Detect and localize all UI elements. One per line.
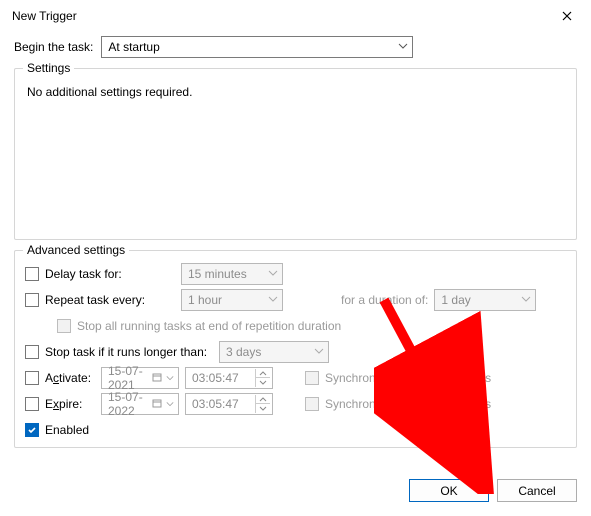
time-spinner[interactable] bbox=[255, 395, 270, 413]
settings-message: No additional settings required. bbox=[27, 85, 566, 99]
repeat-duration-label: for a duration of: bbox=[341, 293, 428, 307]
delay-task-combo[interactable]: 15 minutes bbox=[181, 263, 283, 285]
repeat-duration-value: 1 day bbox=[441, 293, 470, 307]
titlebar: New Trigger bbox=[0, 0, 591, 32]
ok-button[interactable]: OK bbox=[409, 479, 489, 502]
activate-checkbox[interactable] bbox=[25, 371, 39, 385]
chevron-down-icon bbox=[164, 397, 174, 411]
begin-task-select[interactable]: At startup bbox=[101, 36, 413, 58]
expire-sync-label: Synchronize across time zones bbox=[325, 397, 491, 411]
repeat-duration-combo[interactable]: 1 day bbox=[434, 289, 536, 311]
expire-date[interactable]: 15-07-2022 bbox=[101, 393, 179, 415]
delay-task-checkbox[interactable] bbox=[25, 267, 39, 281]
chevron-down-icon bbox=[164, 371, 174, 385]
stop-longer-value: 3 days bbox=[226, 345, 261, 359]
chevron-down-icon bbox=[521, 294, 531, 304]
activate-time[interactable]: 03:05:47 bbox=[185, 367, 273, 389]
stop-longer-checkbox[interactable] bbox=[25, 345, 39, 359]
expire-time-value: 03:05:47 bbox=[192, 397, 239, 411]
chevron-down-icon bbox=[398, 41, 408, 51]
enabled-label: Enabled bbox=[45, 423, 89, 437]
stop-all-checkbox bbox=[57, 319, 71, 333]
activate-date-value: 15-07-2021 bbox=[108, 364, 152, 392]
calendar-icon bbox=[152, 371, 164, 385]
repeat-task-label: Repeat task every: bbox=[45, 293, 145, 307]
spin-down-icon[interactable] bbox=[256, 378, 270, 387]
begin-task-value: At startup bbox=[108, 40, 159, 54]
time-spinner[interactable] bbox=[255, 369, 270, 387]
window-title: New Trigger bbox=[12, 9, 77, 23]
activate-time-value: 03:05:47 bbox=[192, 371, 239, 385]
check-icon bbox=[27, 425, 37, 435]
activate-sync-checkbox bbox=[305, 371, 319, 385]
repeat-task-checkbox[interactable] bbox=[25, 293, 39, 307]
repeat-task-value: 1 hour bbox=[188, 293, 222, 307]
expire-label: Expire: bbox=[45, 397, 82, 411]
expire-time[interactable]: 03:05:47 bbox=[185, 393, 273, 415]
repeat-task-combo[interactable]: 1 hour bbox=[181, 289, 283, 311]
chevron-down-icon bbox=[268, 268, 278, 278]
chevron-down-icon bbox=[314, 346, 324, 356]
delay-task-label: Delay task for: bbox=[45, 267, 122, 281]
activate-sync-label: Synchronize across time zones bbox=[325, 371, 491, 385]
expire-sync-checkbox bbox=[305, 397, 319, 411]
delay-task-value: 15 minutes bbox=[188, 267, 247, 281]
activate-label: Activate: bbox=[45, 371, 91, 385]
expire-checkbox[interactable] bbox=[25, 397, 39, 411]
stop-longer-label: Stop task if it runs longer than: bbox=[45, 345, 207, 359]
advanced-settings-group: Advanced settings Delay task for: 15 min… bbox=[14, 250, 577, 448]
spin-up-icon[interactable] bbox=[256, 395, 270, 404]
stop-longer-combo[interactable]: 3 days bbox=[219, 341, 329, 363]
dialog-buttons: OK Cancel bbox=[409, 479, 577, 502]
spin-up-icon[interactable] bbox=[256, 369, 270, 378]
begin-task-label: Begin the task: bbox=[14, 40, 93, 54]
settings-group: Settings No additional settings required… bbox=[14, 68, 577, 240]
advanced-legend: Advanced settings bbox=[23, 243, 129, 257]
chevron-down-icon bbox=[268, 294, 278, 304]
calendar-icon bbox=[152, 397, 164, 411]
spin-down-icon[interactable] bbox=[256, 404, 270, 413]
close-icon bbox=[562, 11, 572, 21]
enabled-checkbox[interactable] bbox=[25, 423, 39, 437]
begin-task-row: Begin the task: At startup bbox=[14, 36, 577, 58]
close-button[interactable] bbox=[553, 6, 581, 26]
cancel-button[interactable]: Cancel bbox=[497, 479, 577, 502]
expire-date-value: 15-07-2022 bbox=[108, 390, 152, 418]
settings-legend: Settings bbox=[23, 61, 74, 75]
activate-date[interactable]: 15-07-2021 bbox=[101, 367, 179, 389]
stop-all-label: Stop all running tasks at end of repetit… bbox=[77, 319, 341, 333]
